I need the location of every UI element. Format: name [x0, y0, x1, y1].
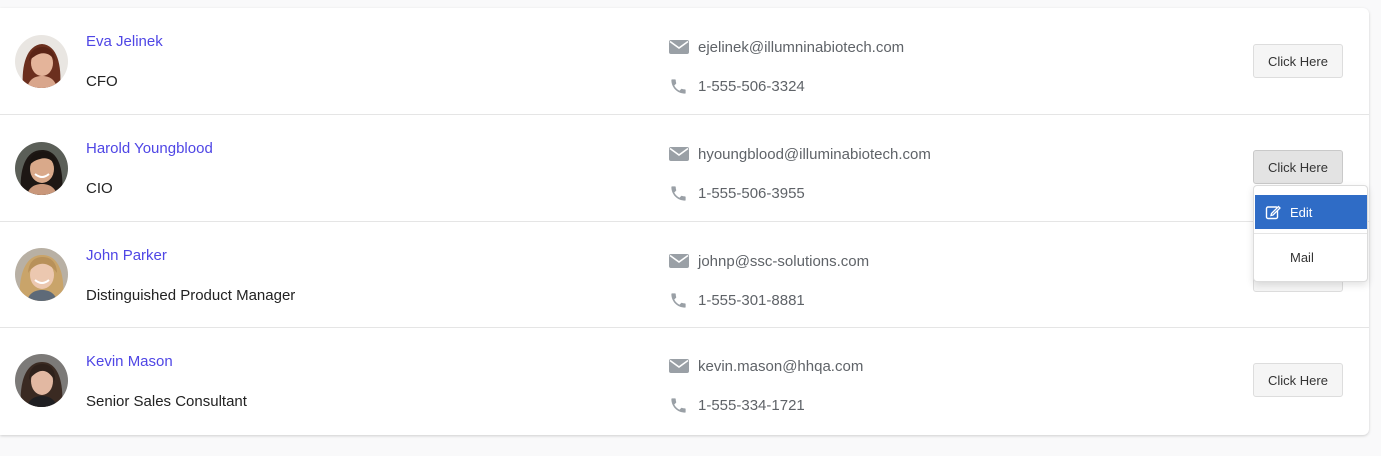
contact-title: Distinguished Product Manager [86, 287, 296, 304]
contact-title: CFO [86, 73, 118, 90]
mail-icon [669, 144, 691, 164]
mail-icon [669, 356, 691, 376]
mail-icon [669, 251, 691, 271]
contact-name[interactable]: John Parker [86, 247, 167, 264]
mail-icon [669, 37, 691, 57]
contact-name[interactable]: Kevin Mason [86, 353, 173, 370]
contact-title: CIO [86, 180, 113, 197]
email-text: hyoungblood@illuminabiotech.com [698, 145, 931, 163]
contact-row: Kevin Mason Senior Sales Consultant kevi… [0, 328, 1369, 435]
phone-text: 1-555-301-8881 [698, 291, 805, 309]
contact-row: Harold Youngblood CIO hyoungblood@illumi… [0, 115, 1369, 222]
menu-item-label: Edit [1290, 204, 1313, 220]
phone-line: 1-555-334-1721 [669, 395, 805, 415]
phone-icon [669, 183, 691, 203]
menu-item-edit[interactable]: Edit [1255, 195, 1367, 229]
avatar [15, 354, 68, 407]
email-line: johnp@ssc-solutions.com [669, 251, 869, 271]
phone-text: 1-555-506-3955 [698, 184, 805, 202]
actions-dropdown-menu: Edit Mail [1253, 185, 1368, 282]
phone-line: 1-555-301-8881 [669, 290, 805, 310]
phone-icon [669, 395, 691, 415]
avatar [15, 248, 68, 301]
contact-row: Eva Jelinek CFO ejelinek@illumninabiotec… [0, 8, 1369, 115]
click-here-button[interactable]: Click Here [1253, 150, 1343, 184]
email-line: hyoungblood@illuminabiotech.com [669, 144, 931, 164]
contact-row: John Parker Distinguished Product Manage… [0, 222, 1369, 328]
email-text: ejelinek@illumninabiotech.com [698, 38, 905, 56]
menu-item-label: Mail [1290, 249, 1314, 265]
contact-name[interactable]: Harold Youngblood [86, 140, 213, 157]
menu-item-mail[interactable]: Mail [1255, 240, 1367, 274]
avatar [15, 35, 68, 88]
phone-line: 1-555-506-3955 [669, 183, 805, 203]
email-text: johnp@ssc-solutions.com [698, 252, 870, 270]
phone-icon [669, 290, 691, 310]
phone-text: 1-555-506-3324 [698, 77, 805, 95]
email-line: ejelinek@illumninabiotech.com [669, 37, 904, 57]
phone-text: 1-555-334-1721 [698, 396, 805, 414]
menu-divider [1254, 233, 1367, 234]
contact-name[interactable]: Eva Jelinek [86, 33, 163, 50]
email-text: kevin.mason@hhqa.com [698, 357, 864, 375]
click-here-button[interactable]: Click Here [1253, 363, 1343, 397]
contact-title: Senior Sales Consultant [86, 393, 247, 410]
email-line: kevin.mason@hhqa.com [669, 356, 863, 376]
click-here-button[interactable]: Click Here [1253, 44, 1343, 78]
contacts-card: Eva Jelinek CFO ejelinek@illumninabiotec… [0, 8, 1369, 435]
phone-line: 1-555-506-3324 [669, 76, 805, 96]
avatar [15, 142, 68, 195]
edit-icon [1265, 204, 1281, 220]
phone-icon [669, 76, 691, 96]
